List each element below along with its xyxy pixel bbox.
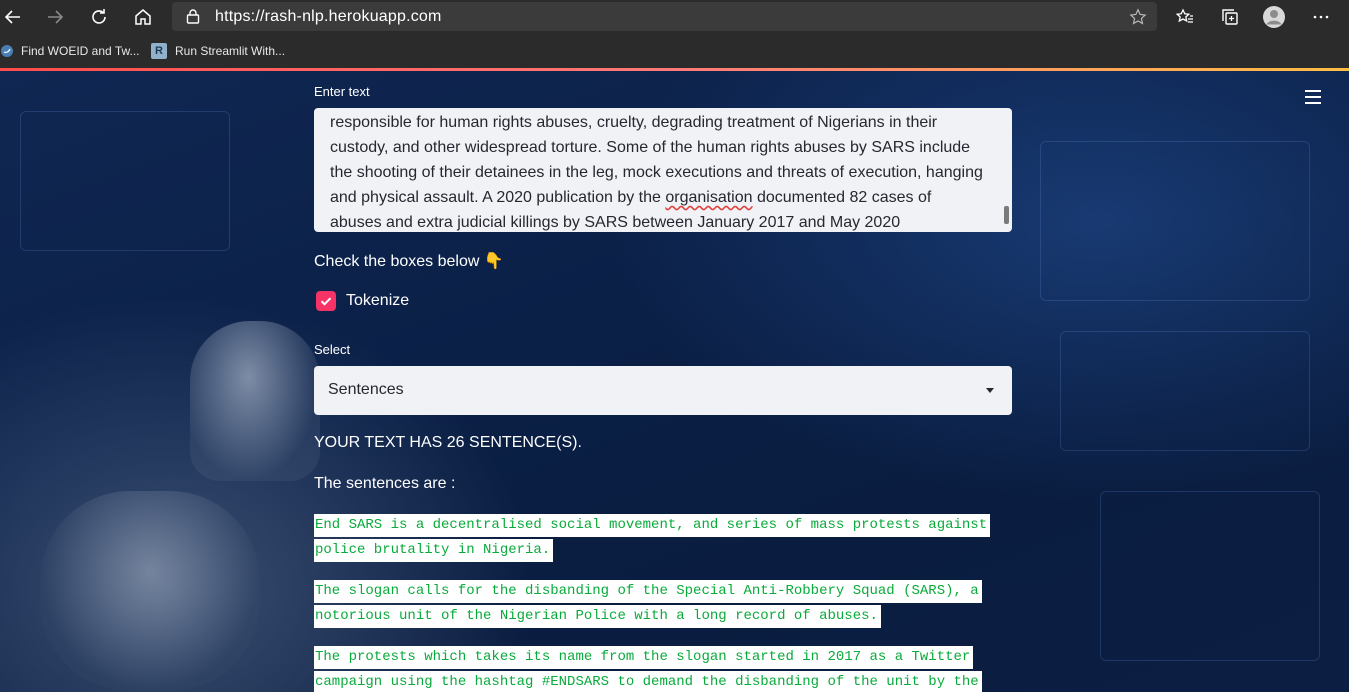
sentence-line: The slogan calls for the disbanding of t… (314, 580, 982, 603)
input-line: and physical assault. A 2020 publication… (330, 189, 932, 206)
favorites-list-icon[interactable] (1172, 4, 1198, 30)
tokenize-label[interactable]: Tokenize (346, 292, 409, 310)
streamlit-app: Enter text responsible for human rights … (0, 71, 1349, 692)
lock-icon (186, 8, 200, 29)
url-text: https://rash-nlp.herokuapp.com (215, 8, 442, 25)
bookmarks-bar: Find WOEID and Tw... R Run Streamlit Wit… (0, 34, 1349, 68)
sentence-line: End SARS is a decentralised social movem… (314, 514, 991, 537)
chevron-down-icon (986, 388, 994, 393)
robot-silhouette (190, 321, 320, 481)
background-panel (1040, 141, 1310, 301)
input-line: responsible for human rights abuses, cru… (330, 114, 938, 131)
browser-toolbar: https://rash-nlp.herokuapp.com (0, 0, 1349, 34)
bookmark-label: Find WOEID and Tw... (21, 44, 140, 58)
sentences-heading: The sentences are : (314, 475, 456, 492)
background-panel (20, 111, 230, 251)
checkmark-icon (320, 297, 332, 306)
sentence-line: notorious unit of the Nigerian Police wi… (314, 605, 881, 628)
collections-icon[interactable] (1217, 4, 1243, 30)
background-panel (1060, 331, 1310, 451)
check-heading: Check the boxes below 👇 (314, 253, 504, 270)
bookmark-run-streamlit[interactable]: R Run Streamlit With... (151, 41, 285, 61)
twitter-favicon-icon (0, 44, 14, 58)
refresh-icon[interactable] (86, 4, 112, 30)
mode-select[interactable]: Sentences (314, 366, 1012, 415)
main-menu-icon[interactable] (1305, 90, 1321, 104)
tokenize-checkbox[interactable] (316, 291, 336, 311)
bookmark-find-woeid[interactable]: Find WOEID and Tw... (0, 41, 140, 61)
sentence-line: campaign using the hashtag #ENDSARS to d… (314, 671, 982, 692)
background-panel (1100, 491, 1320, 661)
sentence-line: The protests which takes its name from t… (314, 646, 974, 669)
profile-avatar-icon[interactable] (1261, 4, 1287, 30)
home-icon[interactable] (130, 4, 156, 30)
sentence-count-text: YOUR TEXT HAS 26 SENTENCE(S). (314, 434, 582, 451)
r-favicon-icon: R (151, 43, 167, 59)
sentence-block: The slogan calls for the disbanding of t… (314, 579, 1004, 629)
input-line: abuses and extra judicial killings by SA… (330, 214, 901, 231)
select-value: Sentences (328, 381, 404, 398)
select-label: Select (314, 342, 351, 357)
input-line: custody, and other widespread torture. S… (330, 139, 971, 156)
more-options-icon[interactable] (1308, 4, 1334, 30)
text-input-label: Enter text (314, 84, 370, 99)
back-arrow-icon[interactable] (0, 4, 26, 30)
sentence-block: End SARS is a decentralised social movem… (314, 513, 1004, 563)
sentence-block: The protests which takes its name from t… (314, 645, 1004, 692)
input-line: the shooting of their detainees in the l… (330, 164, 983, 181)
robot-arm-silhouette (40, 491, 260, 691)
sentence-line: police brutality in Nigeria. (314, 539, 554, 562)
textarea-scrollbar[interactable] (1004, 206, 1009, 224)
address-bar[interactable]: https://rash-nlp.herokuapp.com (172, 2, 1157, 31)
forward-arrow-icon[interactable] (42, 4, 68, 30)
favorite-star-icon[interactable] (1129, 8, 1147, 31)
bookmark-label: Run Streamlit With... (175, 44, 286, 58)
spellcheck-word: organisation (665, 189, 753, 206)
text-input-area[interactable]: responsible for human rights abuses, cru… (314, 108, 1012, 232)
